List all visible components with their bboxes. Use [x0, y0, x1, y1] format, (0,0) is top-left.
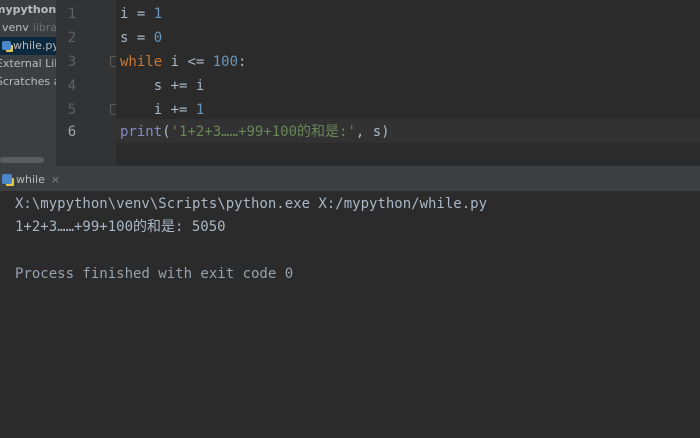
project-root[interactable]: mypythonX [0, 1, 56, 19]
tree-item-venv-hint: librar [32, 21, 56, 34]
code-editor[interactable]: i = 1 s = 0 while i <= 100: s += i i += … [116, 0, 700, 166]
run-toolwindow-header: while × [0, 169, 700, 192]
tree-item-scratches[interactable]: Scratches and Consoles [0, 73, 56, 91]
console-output-line: 1+2+3……+99+100的和是: 5050 [15, 219, 226, 235]
tree-item-external-label: External Libraries [0, 57, 56, 70]
tree-item-while-py[interactable]: while.py [0, 37, 56, 55]
python-run-icon [2, 174, 12, 184]
line-number: 4 [67, 78, 77, 94]
line-number: 3 [67, 54, 77, 70]
tab-run-while[interactable]: while × [0, 169, 68, 191]
console-exit-line: Process finished with exit code 0 [15, 266, 294, 282]
project-panel: mypythonX venvlibrar while.py External L… [0, 0, 56, 166]
tree-item-venv-label: venv [2, 21, 29, 34]
python-file-icon [2, 41, 11, 50]
line-number: 1 [67, 6, 77, 22]
run-console[interactable]: X:\mypython\venv\Scripts\python.exe X:/m… [0, 192, 700, 438]
line-number: 2 [67, 30, 77, 46]
tab-run-label: while [16, 173, 45, 186]
code-line: while i <= 100: [120, 54, 247, 70]
code-line: print('1+2+3……+99+100的和是:', s) [120, 124, 390, 140]
code-line: s += i [120, 78, 205, 94]
close-tab-icon[interactable]: × [51, 173, 60, 186]
line-number: 5 [67, 102, 77, 118]
line-number: 6 [67, 124, 77, 140]
editor-gutter: 1 2 3 4 5 6 [56, 0, 116, 166]
code-line: i = 1 [120, 6, 163, 22]
tree-item-venv[interactable]: venvlibrar [2, 19, 56, 37]
tree-item-scratches-label: Scratches and Consoles [0, 75, 56, 88]
console-command-line: X:\mypython\venv\Scripts\python.exe X:/m… [15, 196, 488, 212]
project-root-label: mypython [0, 3, 56, 16]
project-horizontal-scrollbar[interactable] [0, 157, 44, 163]
tree-item-file-label: while.py [13, 39, 56, 52]
code-line: i += 1 [120, 102, 205, 118]
tree-item-external-libraries[interactable]: External Libraries [0, 55, 56, 73]
code-line: s = 0 [120, 30, 163, 46]
